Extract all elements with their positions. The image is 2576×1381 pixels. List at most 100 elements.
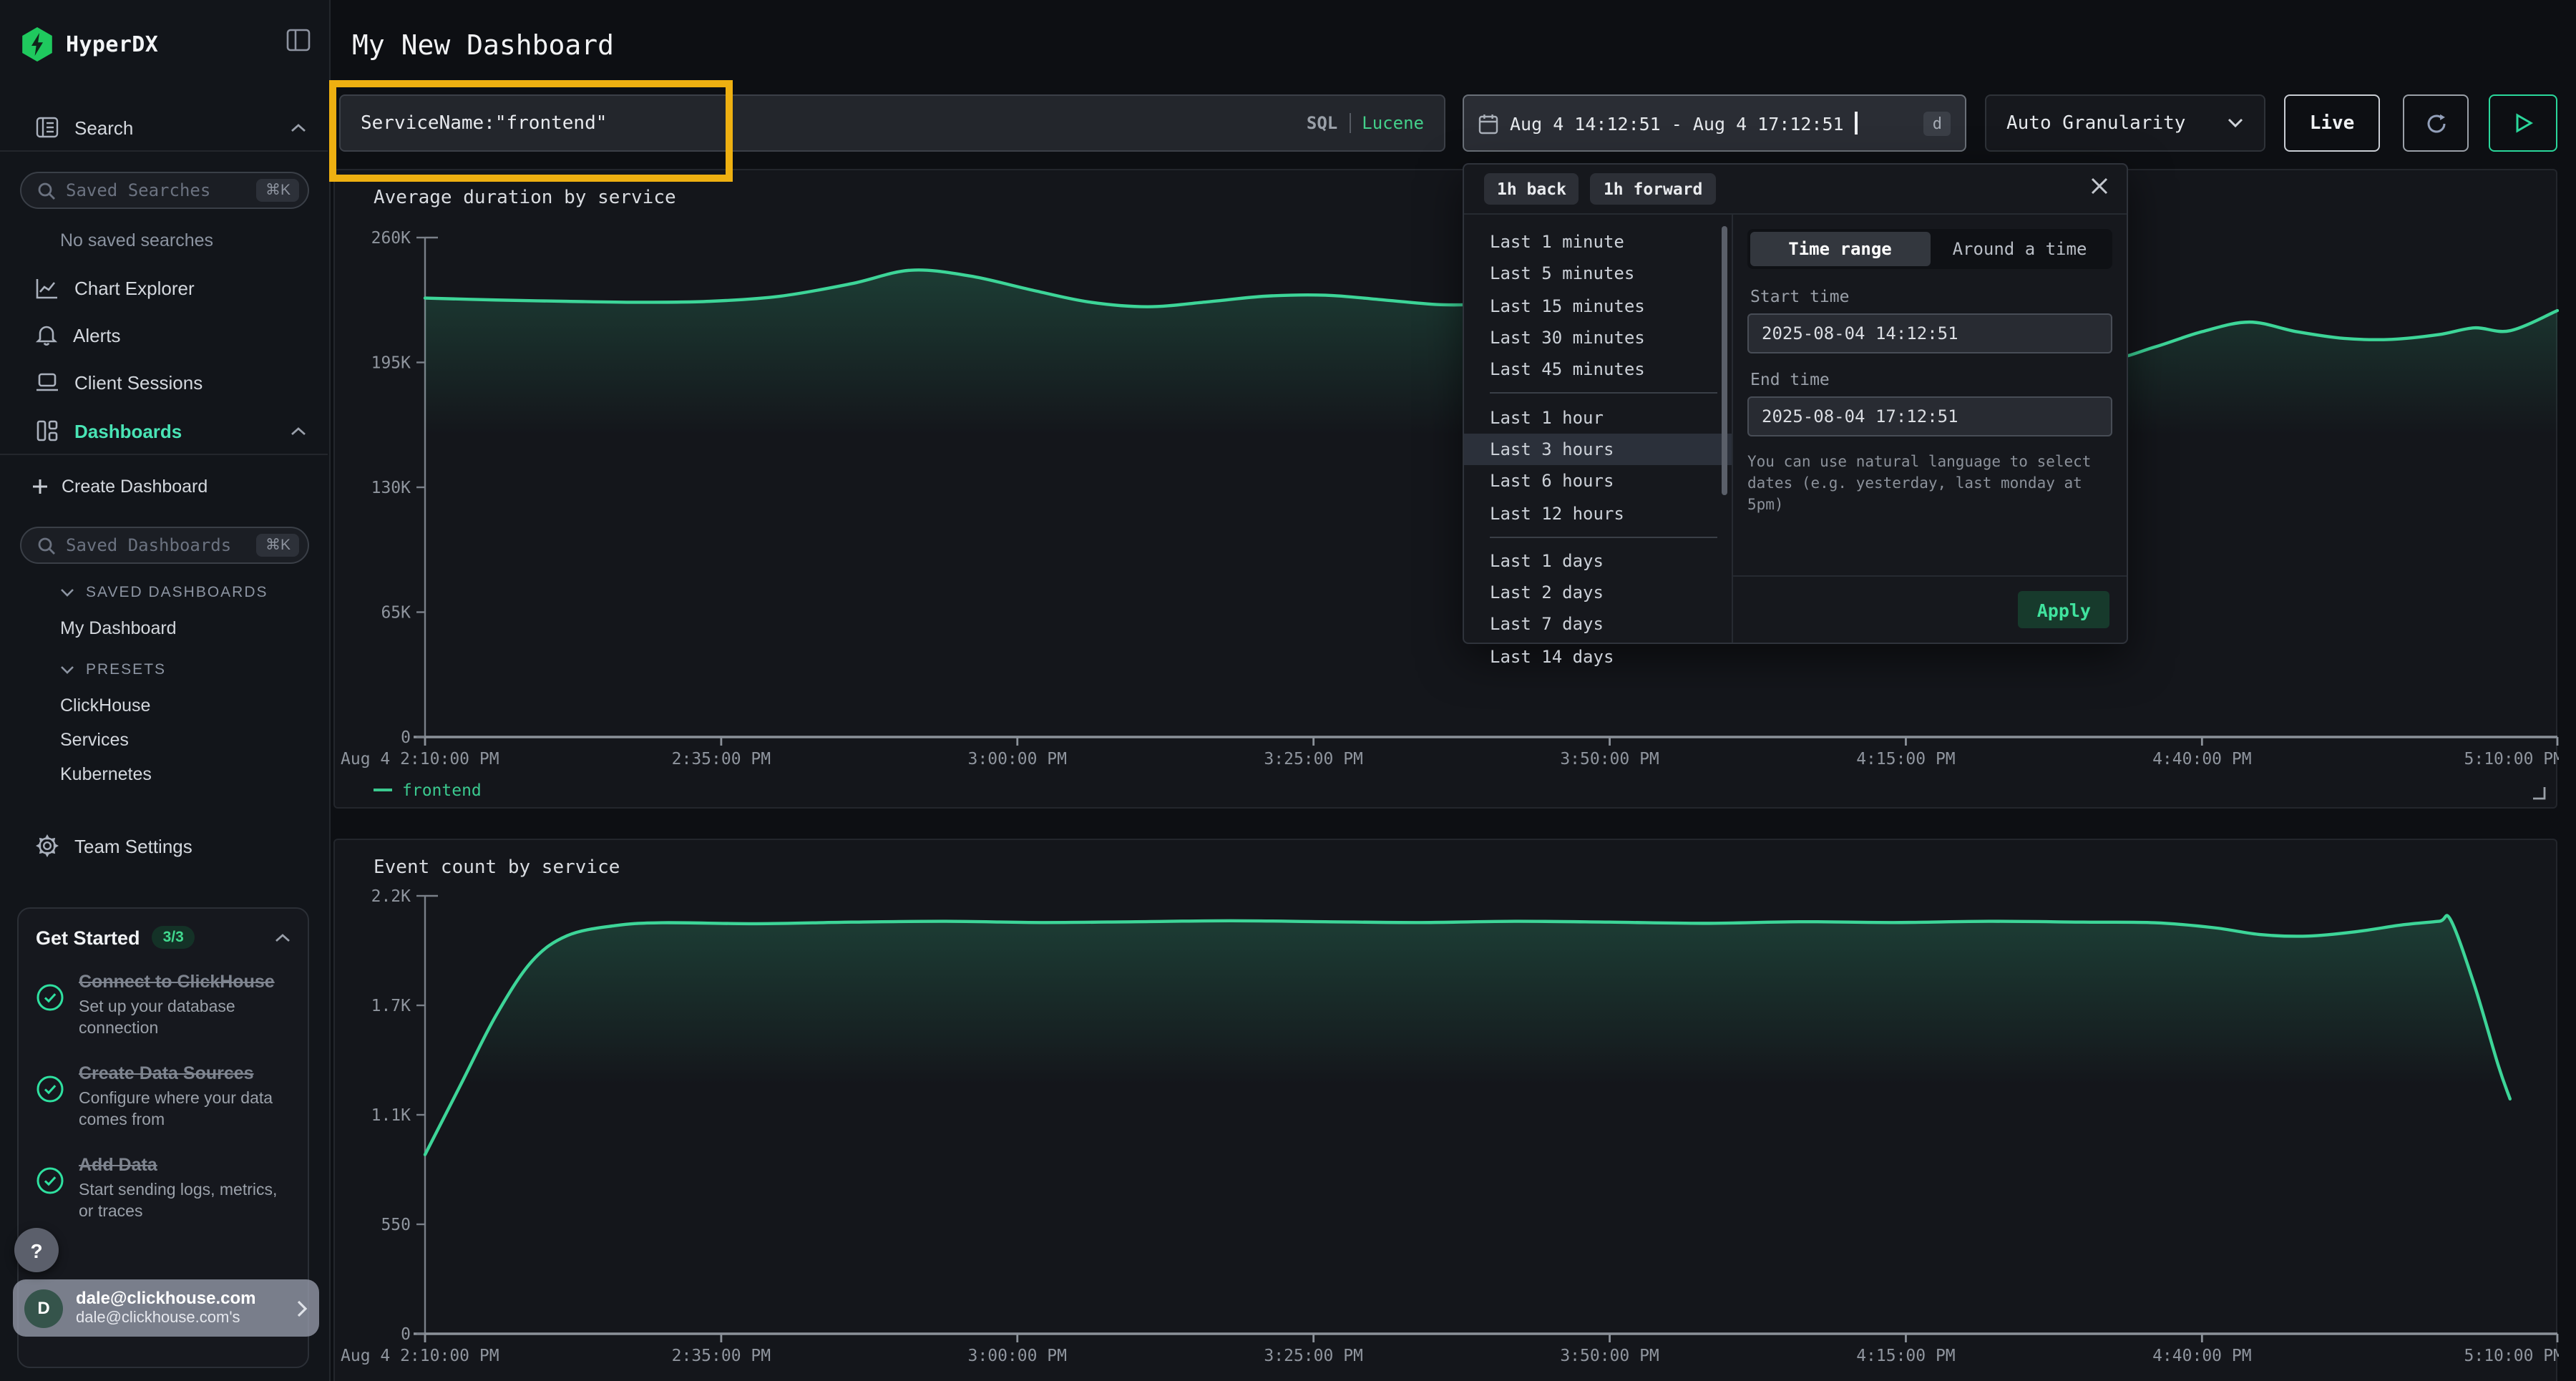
checklist-item-add-data[interactable]: Add Data Start sending logs, metrics, or… xyxy=(36,1152,291,1224)
list-divider xyxy=(1490,536,1717,537)
start-time-input[interactable]: 2025-08-04 14:12:51 xyxy=(1747,313,2112,353)
natural-language-hint: You can use natural language to select d… xyxy=(1747,452,2112,517)
sidebar-item-label: Team Settings xyxy=(74,835,329,857)
end-time-input[interactable]: 2025-08-04 17:12:51 xyxy=(1747,396,2112,436)
chevron-up-icon[interactable] xyxy=(275,932,291,942)
time-option[interactable]: Last 14 days xyxy=(1464,640,1732,673)
time-range-value[interactable]: Aug 4 14:12:51 - Aug 4 17:12:51 xyxy=(1510,112,1844,134)
tab-time-range[interactable]: Time range xyxy=(1750,232,1930,266)
create-dashboard-button[interactable]: Create Dashboard xyxy=(0,472,329,501)
sidebar-item-label: Client Sessions xyxy=(74,371,329,393)
checklist-desc: Set up your database connection xyxy=(79,997,291,1040)
apply-button[interactable]: Apply xyxy=(2019,591,2109,628)
cmd-k-shortcut: ⌘K xyxy=(257,534,299,557)
list-divider xyxy=(1490,393,1717,394)
svg-text:2:35:00 PM: 2:35:00 PM xyxy=(672,750,771,768)
chart-title[interactable]: Event count by service xyxy=(374,857,620,879)
refresh-icon xyxy=(2422,109,2449,137)
query-input[interactable]: ServiceName:"frontend" SQL Lucene xyxy=(339,94,1445,152)
refresh-button[interactable] xyxy=(2403,94,2469,152)
close-icon[interactable] xyxy=(2089,176,2109,196)
svg-text:5:10:00 PM: 5:10:00 PM xyxy=(2464,750,2559,768)
shift-forward-button[interactable]: 1h forward xyxy=(1591,173,1716,205)
sidebar-divider xyxy=(0,150,328,152)
tab-around-a-time[interactable]: Around a time xyxy=(1930,232,2109,266)
calendar-icon xyxy=(1478,112,1498,134)
svg-text:3:50:00 PM: 3:50:00 PM xyxy=(1560,1347,1659,1365)
chart-legend[interactable]: frontend xyxy=(374,780,482,800)
time-option[interactable]: Last 1 minute xyxy=(1464,226,1732,258)
svg-text:Aug 4 2:10:00 PM: Aug 4 2:10:00 PM xyxy=(341,1347,499,1365)
sql-toggle[interactable]: SQL xyxy=(1307,113,1337,133)
saved-dashboards-input[interactable]: Saved Dashboards ⌘K xyxy=(20,527,309,564)
sidebar-item-alerts[interactable]: Alerts xyxy=(0,319,329,351)
time-option[interactable]: Last 6 hours xyxy=(1464,465,1732,497)
granularity-select[interactable]: Auto Granularity xyxy=(1985,94,2265,152)
svg-text:3:00:00 PM: 3:00:00 PM xyxy=(968,1347,1067,1365)
create-dashboard-label: Create Dashboard xyxy=(62,477,329,497)
sidebar-item-chart-explorer[interactable]: Chart Explorer xyxy=(0,272,329,303)
svg-text:Aug 4 2:10:00 PM: Aug 4 2:10:00 PM xyxy=(341,750,499,768)
brand-logo-row[interactable]: HyperDX xyxy=(21,27,158,62)
checklist-desc: Configure where your data comes from xyxy=(79,1089,291,1132)
time-option[interactable]: Last 12 hours xyxy=(1464,497,1732,530)
checklist-item-connect[interactable]: Connect to ClickHouse Set up your databa… xyxy=(36,969,291,1040)
help-button[interactable]: ? xyxy=(14,1228,59,1272)
chart-legend[interactable]: frontend xyxy=(374,1378,482,1381)
legend-label[interactable]: frontend xyxy=(402,780,482,800)
time-range-input[interactable]: Aug 4 14:12:51 - Aug 4 17:12:51 d xyxy=(1463,94,1966,152)
preset-link-kubernetes[interactable]: Kubernetes xyxy=(60,764,152,784)
collapse-sidebar-icon[interactable] xyxy=(286,29,311,52)
play-button[interactable] xyxy=(2489,94,2557,152)
time-option[interactable]: Last 1 days xyxy=(1464,545,1732,577)
time-option-selected[interactable]: Last 3 hours xyxy=(1464,434,1732,466)
time-option[interactable]: Last 1 hour xyxy=(1464,401,1732,434)
start-time-label: Start time xyxy=(1750,286,2112,306)
legend-label[interactable]: frontend xyxy=(402,1378,482,1381)
svg-text:130K: 130K xyxy=(371,479,411,497)
sidebar-item-client-sessions[interactable]: Client Sessions xyxy=(0,366,329,398)
checklist-item-sources[interactable]: Create Data Sources Configure where your… xyxy=(36,1060,291,1132)
check-circle-icon xyxy=(36,1166,64,1224)
page-title[interactable]: My New Dashboard xyxy=(352,30,614,62)
user-menu[interactable]: D dale@clickhouse.com dale@clickhouse.co… xyxy=(13,1279,319,1337)
svg-text:0: 0 xyxy=(401,1325,411,1344)
live-button[interactable]: Live xyxy=(2284,94,2380,152)
chevron-up-icon[interactable] xyxy=(291,122,306,132)
presets-section[interactable]: PRESETS xyxy=(60,661,166,678)
scrollbar-thumb[interactable] xyxy=(1722,226,1727,495)
saved-dashboards-placeholder: Saved Dashboards xyxy=(66,535,247,555)
checklist-desc: Start sending logs, metrics, or traces xyxy=(79,1181,291,1224)
shift-back-button[interactable]: 1h back xyxy=(1484,173,1579,205)
time-picker-tabs: Time range Around a time xyxy=(1747,229,2112,269)
time-option[interactable]: Last 45 minutes xyxy=(1464,353,1732,386)
checklist-title: Add Data xyxy=(79,1155,157,1175)
svg-text:3:25:00 PM: 3:25:00 PM xyxy=(1264,1347,1362,1365)
lucene-toggle[interactable]: Lucene xyxy=(1362,113,1424,133)
saved-searches-input[interactable]: Saved Searches ⌘K xyxy=(20,172,309,209)
time-option[interactable]: Last 15 minutes xyxy=(1464,290,1732,322)
chart-title[interactable]: Average duration by service xyxy=(374,187,676,209)
dashboard-link-my-dashboard[interactable]: My Dashboard xyxy=(60,618,177,638)
resize-grip-icon[interactable] xyxy=(2532,786,2546,800)
saved-dashboards-section[interactable]: SAVED DASHBOARDS xyxy=(60,584,268,601)
query-text[interactable]: ServiceName:"frontend" xyxy=(361,112,1307,134)
cmd-k-shortcut: ⌘K xyxy=(257,179,299,202)
preset-link-services[interactable]: Services xyxy=(60,730,129,750)
time-option[interactable]: Last 5 minutes xyxy=(1464,258,1732,291)
checklist-title: Create Data Sources xyxy=(79,1063,254,1083)
sidebar-item-dashboards[interactable]: Dashboards xyxy=(0,415,329,446)
svg-text:1.1K: 1.1K xyxy=(371,1106,411,1125)
end-time-label: End time xyxy=(1750,369,2112,389)
svg-text:2:35:00 PM: 2:35:00 PM xyxy=(672,1347,771,1365)
sidebar-item-search[interactable]: Search xyxy=(0,110,329,145)
sidebar-item-team-settings[interactable]: Team Settings xyxy=(0,830,329,862)
time-option[interactable]: Last 7 days xyxy=(1464,609,1732,641)
chart-panel-event-count: Event count by service 05501.1K1.7K2.2KA… xyxy=(333,839,2557,1381)
time-option[interactable]: Last 2 days xyxy=(1464,577,1732,609)
event-count-chart: 05501.1K1.7K2.2KAug 4 2:10:00 PM2:35:00 … xyxy=(335,840,2559,1381)
chevron-up-icon[interactable] xyxy=(291,426,306,436)
preset-link-clickhouse[interactable]: ClickHouse xyxy=(60,696,150,716)
search-section-icon xyxy=(36,116,59,139)
time-option[interactable]: Last 30 minutes xyxy=(1464,322,1732,354)
